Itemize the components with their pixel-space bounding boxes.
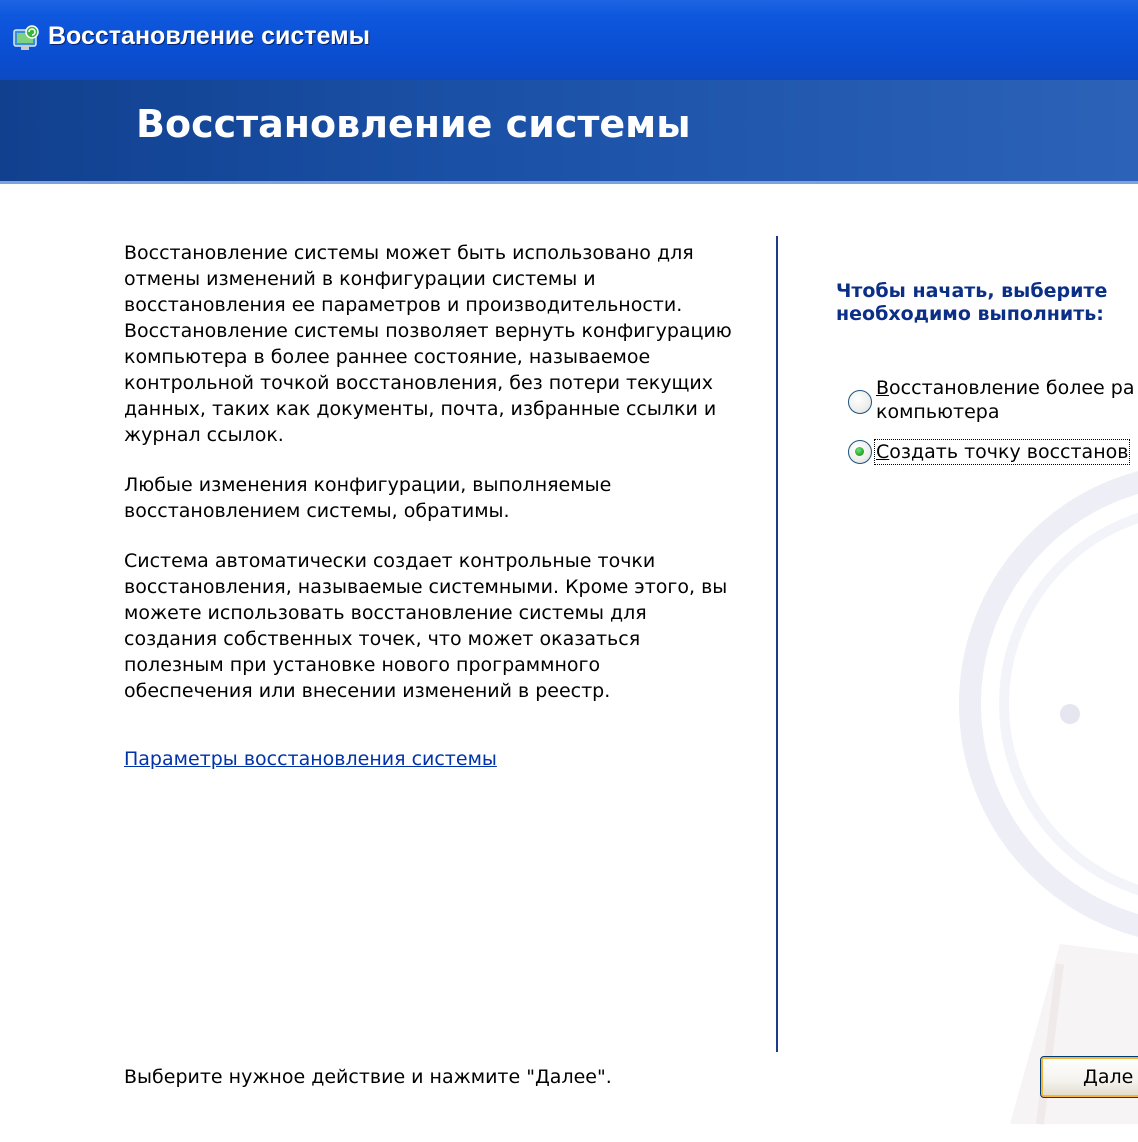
- options-heading: Чтобы начать, выберите необходимо выполн…: [836, 280, 1138, 326]
- next-button-text: але: [1097, 1066, 1134, 1088]
- content-area: Восстановление системы может быть исполь…: [0, 184, 1138, 1142]
- header-band: Восстановление системы: [0, 80, 1138, 184]
- description-column: Восстановление системы может быть исполь…: [124, 240, 734, 728]
- restore-settings-link[interactable]: Параметры восстановления системы: [124, 748, 497, 770]
- radio-create-point[interactable]: [848, 440, 872, 464]
- options-heading-line-1: Чтобы начать, выберите: [836, 280, 1108, 302]
- page-title: Восстановление системы: [136, 102, 691, 146]
- option-create-point-text: оздать точку восстанов: [889, 441, 1129, 463]
- window-title: Восстановление системы: [48, 22, 370, 50]
- option-restore-earlier-accel: В: [876, 377, 890, 399]
- column-divider: [776, 236, 778, 1052]
- footer-hint: Выберите нужное действие и нажмите "Дале…: [124, 1066, 612, 1088]
- options-heading-line-2: необходимо выполнить:: [836, 303, 1104, 325]
- description-paragraph-2: Любые изменения конфигурации, выполняемы…: [124, 474, 612, 522]
- description-paragraph-3: Система автоматически создает контрольны…: [124, 550, 728, 702]
- option-restore-earlier-label[interactable]: Восстановление более ра компьютера: [876, 376, 1134, 424]
- option-create-point-focus: Создать точку восстанов: [873, 439, 1131, 465]
- option-restore-earlier-text: осстановление более ра: [889, 377, 1135, 399]
- radio-selected-dot: [855, 447, 864, 456]
- option-restore-earlier-line2: компьютера: [876, 401, 1000, 423]
- next-button-accel: Д: [1083, 1066, 1098, 1088]
- window-title-bar[interactable]: Восстановление системы: [0, 0, 1138, 80]
- description-paragraph-1: Восстановление системы может быть исполь…: [124, 242, 732, 446]
- system-restore-icon: [13, 25, 39, 50]
- next-button[interactable]: Дале: [1040, 1056, 1138, 1098]
- option-create-point-accel: С: [876, 441, 890, 463]
- option-create-point-label[interactable]: Создать точку восстанов: [873, 439, 1131, 465]
- radio-restore-earlier[interactable]: [848, 390, 872, 414]
